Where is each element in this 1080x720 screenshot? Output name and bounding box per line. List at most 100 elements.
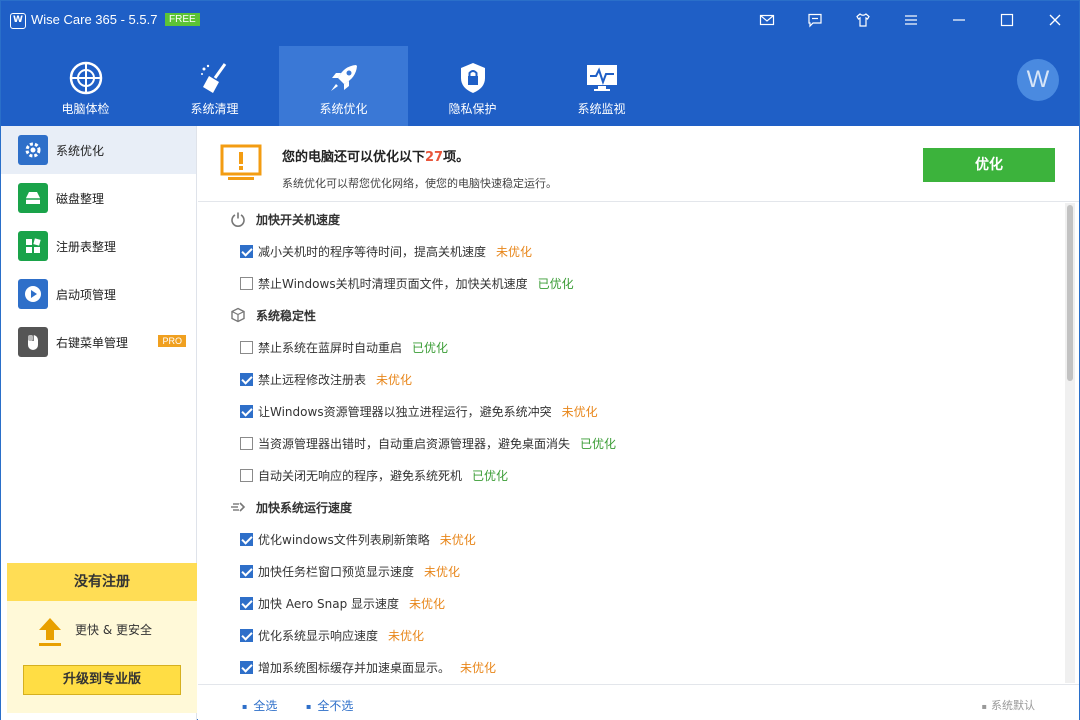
- list-item[interactable]: 加快 Aero Snap 显示速度 未优化: [198, 587, 1068, 619]
- item-checkbox[interactable]: [240, 468, 253, 482]
- skin-shirt-icon[interactable]: [839, 1, 887, 39]
- list-item[interactable]: 自动关闭无响应的程序，避免系统死机 已优化: [198, 459, 1068, 491]
- sidebar: 系统优化 磁盘整理 注册表整理 启动项管理 右键菜单管理 PRO 没有注册 更快…: [1, 126, 197, 720]
- item-text: 当资源管理器出错时，自动重启资源管理器，避免桌面消失: [258, 436, 571, 451]
- mail-icon[interactable]: [743, 1, 791, 39]
- optimize-button[interactable]: 优化: [923, 148, 1055, 182]
- sidebar-item-label: 系统优化: [56, 143, 105, 158]
- close-icon[interactable]: [1031, 1, 1079, 39]
- status-badge: 未优化: [424, 564, 461, 579]
- minimize-icon[interactable]: [935, 1, 983, 39]
- sidebar-item-label: 右键菜单管理: [56, 335, 129, 350]
- list-item[interactable]: 优化系统显示响应速度 未优化: [198, 619, 1068, 651]
- item-text: 增加系统图标缓存并加速桌面显示。: [258, 660, 451, 675]
- nav-item-pc-checkup[interactable]: 电脑体检: [21, 46, 150, 126]
- status-badge: 已优化: [412, 340, 449, 355]
- section-header: 系统稳定性: [198, 299, 1068, 331]
- item-text: 减小关机时的程序等待时间，提高关机速度: [258, 244, 487, 259]
- nav-label: 系统监视: [577, 102, 626, 116]
- item-checkbox[interactable]: [240, 436, 253, 450]
- main-panel: 您的电脑还可以优化以下27项。 系统优化可以帮您优化网络，使您的电脑快速稳定运行…: [198, 126, 1079, 720]
- item-checkbox[interactable]: [240, 532, 253, 546]
- list-item[interactable]: 优化windows文件列表刷新策略 未优化: [198, 523, 1068, 555]
- item-checkbox[interactable]: [240, 660, 253, 674]
- upgrade-row: 更快 & 更安全: [7, 613, 197, 653]
- select-all-link[interactable]: 全选: [242, 697, 277, 714]
- select-none-link[interactable]: 全不选: [306, 697, 353, 714]
- header-subtitle: 系统优化可以帮您优化网络，使您的电脑快速稳定运行。: [282, 177, 557, 190]
- item-text: 加快 Aero Snap 显示速度: [258, 596, 400, 611]
- app-logo-icon: W: [10, 13, 26, 29]
- main-nav: 电脑体检 系统清理 系统优化 隐私保护 系统监视: [21, 46, 666, 126]
- item-text: 禁止Windows关机时清理页面文件，加快关机速度: [258, 276, 528, 291]
- list-item[interactable]: 增加系统图标缓存并加速桌面显示。 未优化: [198, 651, 1068, 683]
- list-item[interactable]: 禁止Windows关机时清理页面文件，加快关机速度 已优化: [198, 267, 1068, 299]
- nav-label: 系统优化: [319, 102, 368, 116]
- sidebar-item-registry[interactable]: 注册表整理: [1, 222, 196, 270]
- monitor-pulse-icon: [586, 65, 617, 91]
- registry-icon: [18, 231, 48, 261]
- status-badge: 未优化: [496, 244, 533, 259]
- register-title: 没有注册: [7, 563, 197, 601]
- sidebar-item-context-menu[interactable]: 右键菜单管理 PRO: [1, 318, 196, 366]
- user-avatar[interactable]: W: [1017, 59, 1059, 101]
- sidebar-item-system-optimize[interactable]: 系统优化: [1, 126, 196, 174]
- item-checkbox[interactable]: [240, 372, 253, 386]
- upgrade-button[interactable]: 升级到专业版: [23, 665, 181, 695]
- sidebar-item-disk-defrag[interactable]: 磁盘整理: [1, 174, 196, 222]
- status-badge: 已优化: [472, 468, 509, 483]
- item-checkbox[interactable]: [240, 628, 253, 642]
- status-badge: 未优化: [376, 372, 413, 387]
- menu-icon[interactable]: [887, 1, 935, 39]
- item-checkbox[interactable]: [240, 276, 253, 290]
- item-checkbox[interactable]: [240, 244, 253, 258]
- nav-label: 隐私保护: [448, 102, 497, 116]
- list-item[interactable]: 禁止系统在蓝屏时自动重启 已优化: [198, 331, 1068, 363]
- scroll-thumb[interactable]: [1067, 205, 1073, 381]
- title-bar: W Wise Care 365 - 5.5.7 FREE: [1, 1, 1079, 39]
- list-item[interactable]: 加快任务栏窗口预览显示速度 未优化: [198, 555, 1068, 587]
- nav-item-system-clean[interactable]: 系统清理: [150, 46, 279, 126]
- item-checkbox[interactable]: [240, 340, 253, 354]
- system-default-link[interactable]: 系统默认: [982, 697, 1035, 713]
- upgrade-tagline: 更快 & 更安全: [75, 623, 152, 637]
- list-item[interactable]: 当资源管理器出错时，自动重启资源管理器，避免桌面消失 已优化: [198, 427, 1068, 459]
- nav-item-monitor[interactable]: 系统监视: [537, 46, 666, 126]
- rocket-icon: [330, 65, 357, 91]
- item-text: 让Windows资源管理器以独立进程运行，避免系统冲突: [258, 404, 552, 419]
- header-title: 您的电脑还可以优化以下27项。: [282, 146, 469, 165]
- nav-item-privacy[interactable]: 隐私保护: [408, 46, 537, 126]
- list-item[interactable]: 禁止远程修改注册表 未优化: [198, 363, 1068, 395]
- section-title: 加快开关机速度: [256, 212, 341, 227]
- sidebar-item-label: 注册表整理: [56, 239, 117, 254]
- sidebar-item-label: 启动项管理: [56, 287, 117, 302]
- list-item[interactable]: 减小关机时的程序等待时间，提高关机速度 未优化: [198, 235, 1068, 267]
- status-badge: 已优化: [537, 276, 574, 291]
- nav-label: 电脑体检: [61, 102, 110, 116]
- scrollbar[interactable]: [1065, 203, 1075, 683]
- disk-icon: [18, 183, 48, 213]
- status-badge: 未优化: [561, 404, 598, 419]
- section-title: 系统稳定性: [256, 308, 317, 323]
- status-badge: 未优化: [388, 628, 425, 643]
- item-text: 自动关闭无响应的程序，避免系统死机: [258, 468, 463, 483]
- item-checkbox[interactable]: [240, 564, 253, 578]
- item-text: 加快任务栏窗口预览显示速度: [258, 564, 415, 579]
- radar-icon: [69, 61, 102, 95]
- status-badge: 已优化: [580, 436, 617, 451]
- item-checkbox[interactable]: [240, 404, 253, 418]
- item-checkbox[interactable]: [240, 596, 253, 610]
- sidebar-item-startup[interactable]: 启动项管理: [1, 270, 196, 318]
- nav-item-system-optimize[interactable]: 系统优化: [279, 46, 408, 126]
- status-badge: 未优化: [409, 596, 446, 611]
- speed-icon: [230, 499, 246, 515]
- item-text: 禁止远程修改注册表: [258, 372, 367, 387]
- chat-icon[interactable]: [791, 1, 839, 39]
- section-title: 加快系统运行速度: [256, 500, 353, 515]
- maximize-icon[interactable]: [983, 1, 1031, 39]
- sidebar-item-label: 磁盘整理: [56, 191, 105, 206]
- item-text: 禁止系统在蓝屏时自动重启: [258, 340, 403, 355]
- lock-shield-icon: [460, 63, 485, 93]
- list-item[interactable]: 让Windows资源管理器以独立进程运行，避免系统冲突 未优化: [198, 395, 1068, 427]
- optimize-list: 加快开关机速度 减小关机时的程序等待时间，提高关机速度 未优化 禁止Windows关机…: [198, 203, 1068, 683]
